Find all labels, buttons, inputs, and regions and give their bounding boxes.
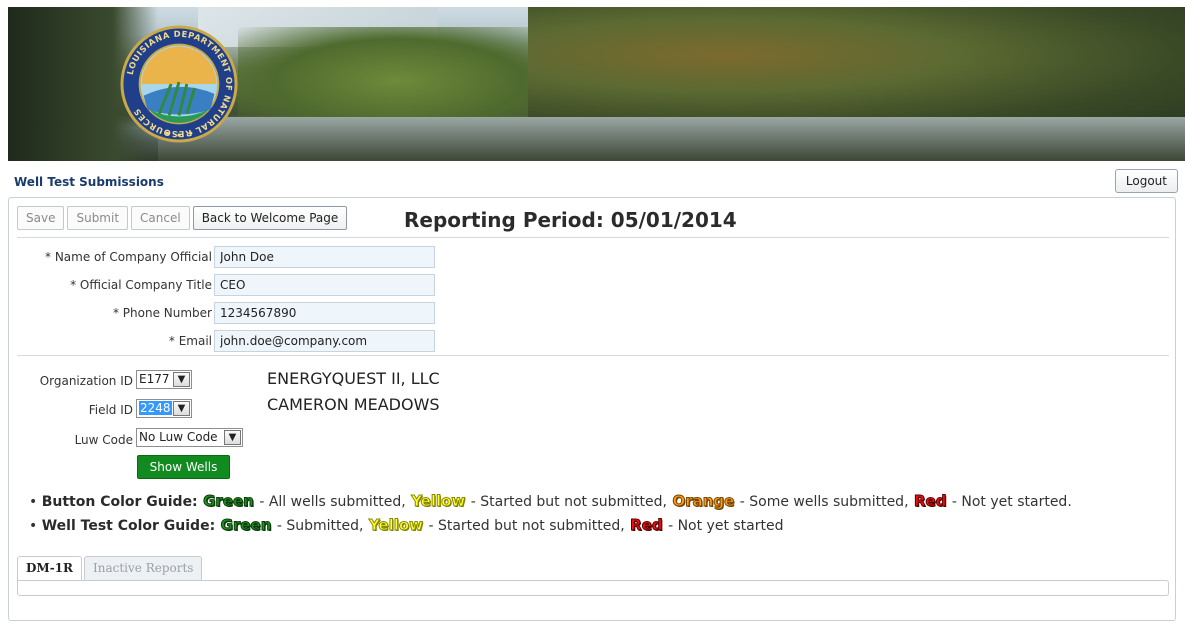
page-header: Well Test Submissions Logout (8, 161, 1178, 193)
field-id-select[interactable]: 2248 ▼ (136, 399, 192, 418)
bullet: • (29, 494, 42, 510)
yellow-key: Yellow (411, 492, 466, 511)
company-official-name-input[interactable] (214, 246, 435, 268)
field-name: CAMERON MEADOWS (267, 395, 440, 414)
organization-name: ENERGYQUEST II, LLC (267, 369, 440, 388)
red-desc: - Not yet started (663, 518, 784, 534)
toolbar: Save Submit Cancel Back to Welcome Page (17, 206, 350, 232)
well-test-color-guide: • Well Test Color Guide: Green - Submitt… (29, 516, 784, 535)
tab-content-panel (17, 580, 1169, 596)
bullet: • (29, 518, 42, 534)
chevron-down-icon: ▼ (173, 401, 190, 416)
header-banner-image: LOUISIANA DEPARTMENT OF NATURAL RESOURCE… (8, 7, 1185, 161)
company-official-name-row: * Name of Company Official (17, 246, 437, 268)
red-desc: - Not yet started. (947, 494, 1072, 510)
company-official-name-label: * Name of Company Official (45, 250, 212, 264)
button-color-guide-title: Button Color Guide: (41, 494, 198, 510)
orange-desc: - Some wells submitted, (735, 494, 913, 510)
green-desc: - Submitted, (272, 518, 368, 534)
official-title-input[interactable] (214, 274, 435, 296)
yellow-desc: - Started but not submitted, (466, 494, 672, 510)
phone-number-row: * Phone Number (17, 302, 437, 324)
official-title-row: * Official Company Title (17, 274, 437, 296)
orange-key: Orange (672, 492, 735, 511)
email-label: * Email (168, 334, 212, 348)
back-to-welcome-button[interactable]: Back to Welcome Page (192, 206, 348, 230)
department-seal-logo: LOUISIANA DEPARTMENT OF NATURAL RESOURCE… (120, 25, 238, 143)
tab-dm-1r[interactable]: DM-1R (17, 556, 82, 580)
button-color-guide: • Button Color Guide: Green - All wells … (29, 492, 1072, 511)
field-id-label: Field ID (88, 403, 133, 417)
show-wells-button[interactable]: Show Wells (137, 455, 230, 479)
organization-id-select[interactable]: E177 ▼ (136, 370, 192, 389)
luw-code-label-cell: Luw Code (17, 430, 133, 450)
luw-code-value: No Luw Code (139, 430, 218, 444)
page-title: Well Test Submissions (14, 175, 164, 189)
organization-id-value: E177 (139, 372, 170, 386)
phone-number-input[interactable] (214, 302, 435, 324)
official-title-label: * Official Company Title (70, 278, 212, 292)
green-key: Green (203, 492, 255, 511)
divider (17, 355, 1169, 356)
green-key: Green (220, 516, 272, 535)
red-key: Red (630, 516, 663, 535)
field-id-value: 2248 (139, 401, 172, 415)
tab-inactive-reports[interactable]: Inactive Reports (84, 556, 203, 580)
luw-code-select[interactable]: No Luw Code ▼ (136, 428, 243, 447)
organization-id-label: Organization ID (39, 374, 133, 388)
phone-number-label: * Phone Number (112, 306, 212, 320)
main-panel: Save Submit Cancel Back to Welcome Page … (8, 197, 1176, 621)
logout-button[interactable]: Logout (1114, 169, 1178, 193)
green-desc: - All wells submitted, (254, 494, 411, 510)
email-input[interactable] (214, 330, 435, 352)
well-test-color-guide-title: Well Test Color Guide: (41, 518, 216, 534)
email-row: * Email (17, 330, 437, 352)
submit-button[interactable]: Submit (67, 206, 129, 230)
chevron-down-icon: ▼ (173, 372, 190, 387)
divider (17, 237, 1169, 238)
yellow-key: Yellow (368, 516, 424, 535)
chevron-down-icon: ▼ (224, 430, 241, 445)
luw-code-label: Luw Code (74, 433, 133, 447)
red-key: Red (913, 492, 947, 511)
reporting-period-heading: Reporting Period: 05/01/2014 (404, 208, 737, 232)
field-id-label-cell: Field ID (17, 400, 133, 420)
yellow-desc: - Started but not submitted, (424, 518, 630, 534)
organization-id-label-cell: Organization ID (17, 371, 133, 391)
cancel-button[interactable]: Cancel (131, 206, 190, 230)
save-button[interactable]: Save (17, 206, 65, 230)
report-tabs: DM-1R Inactive Reports (17, 556, 204, 580)
